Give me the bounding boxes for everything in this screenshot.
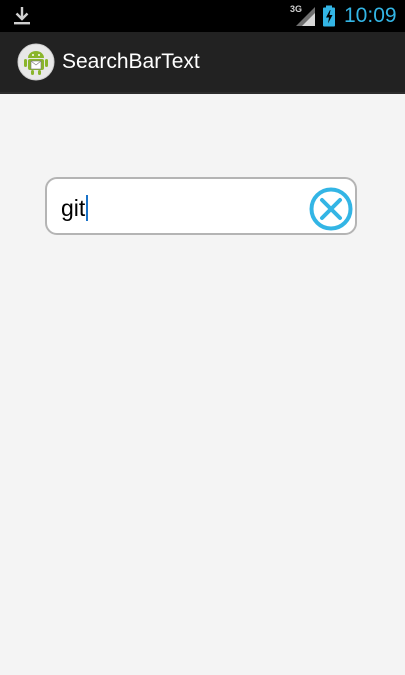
app-title: SearchBarText xyxy=(62,50,200,73)
search-input-text[interactable]: git xyxy=(61,195,89,221)
search-input-value: git xyxy=(61,195,86,221)
status-bar: 3G 10:09 xyxy=(0,0,405,32)
search-input[interactable]: git xyxy=(45,177,357,235)
action-bar xyxy=(0,32,405,94)
battery-charging-icon xyxy=(323,5,335,27)
android-app-icon[interactable] xyxy=(17,43,55,81)
status-time: 10:09 xyxy=(344,4,397,27)
clear-circle-x-icon[interactable] xyxy=(309,187,353,231)
text-cursor xyxy=(86,195,89,221)
signal-icon: 3G xyxy=(290,4,316,27)
download-icon xyxy=(14,7,30,25)
